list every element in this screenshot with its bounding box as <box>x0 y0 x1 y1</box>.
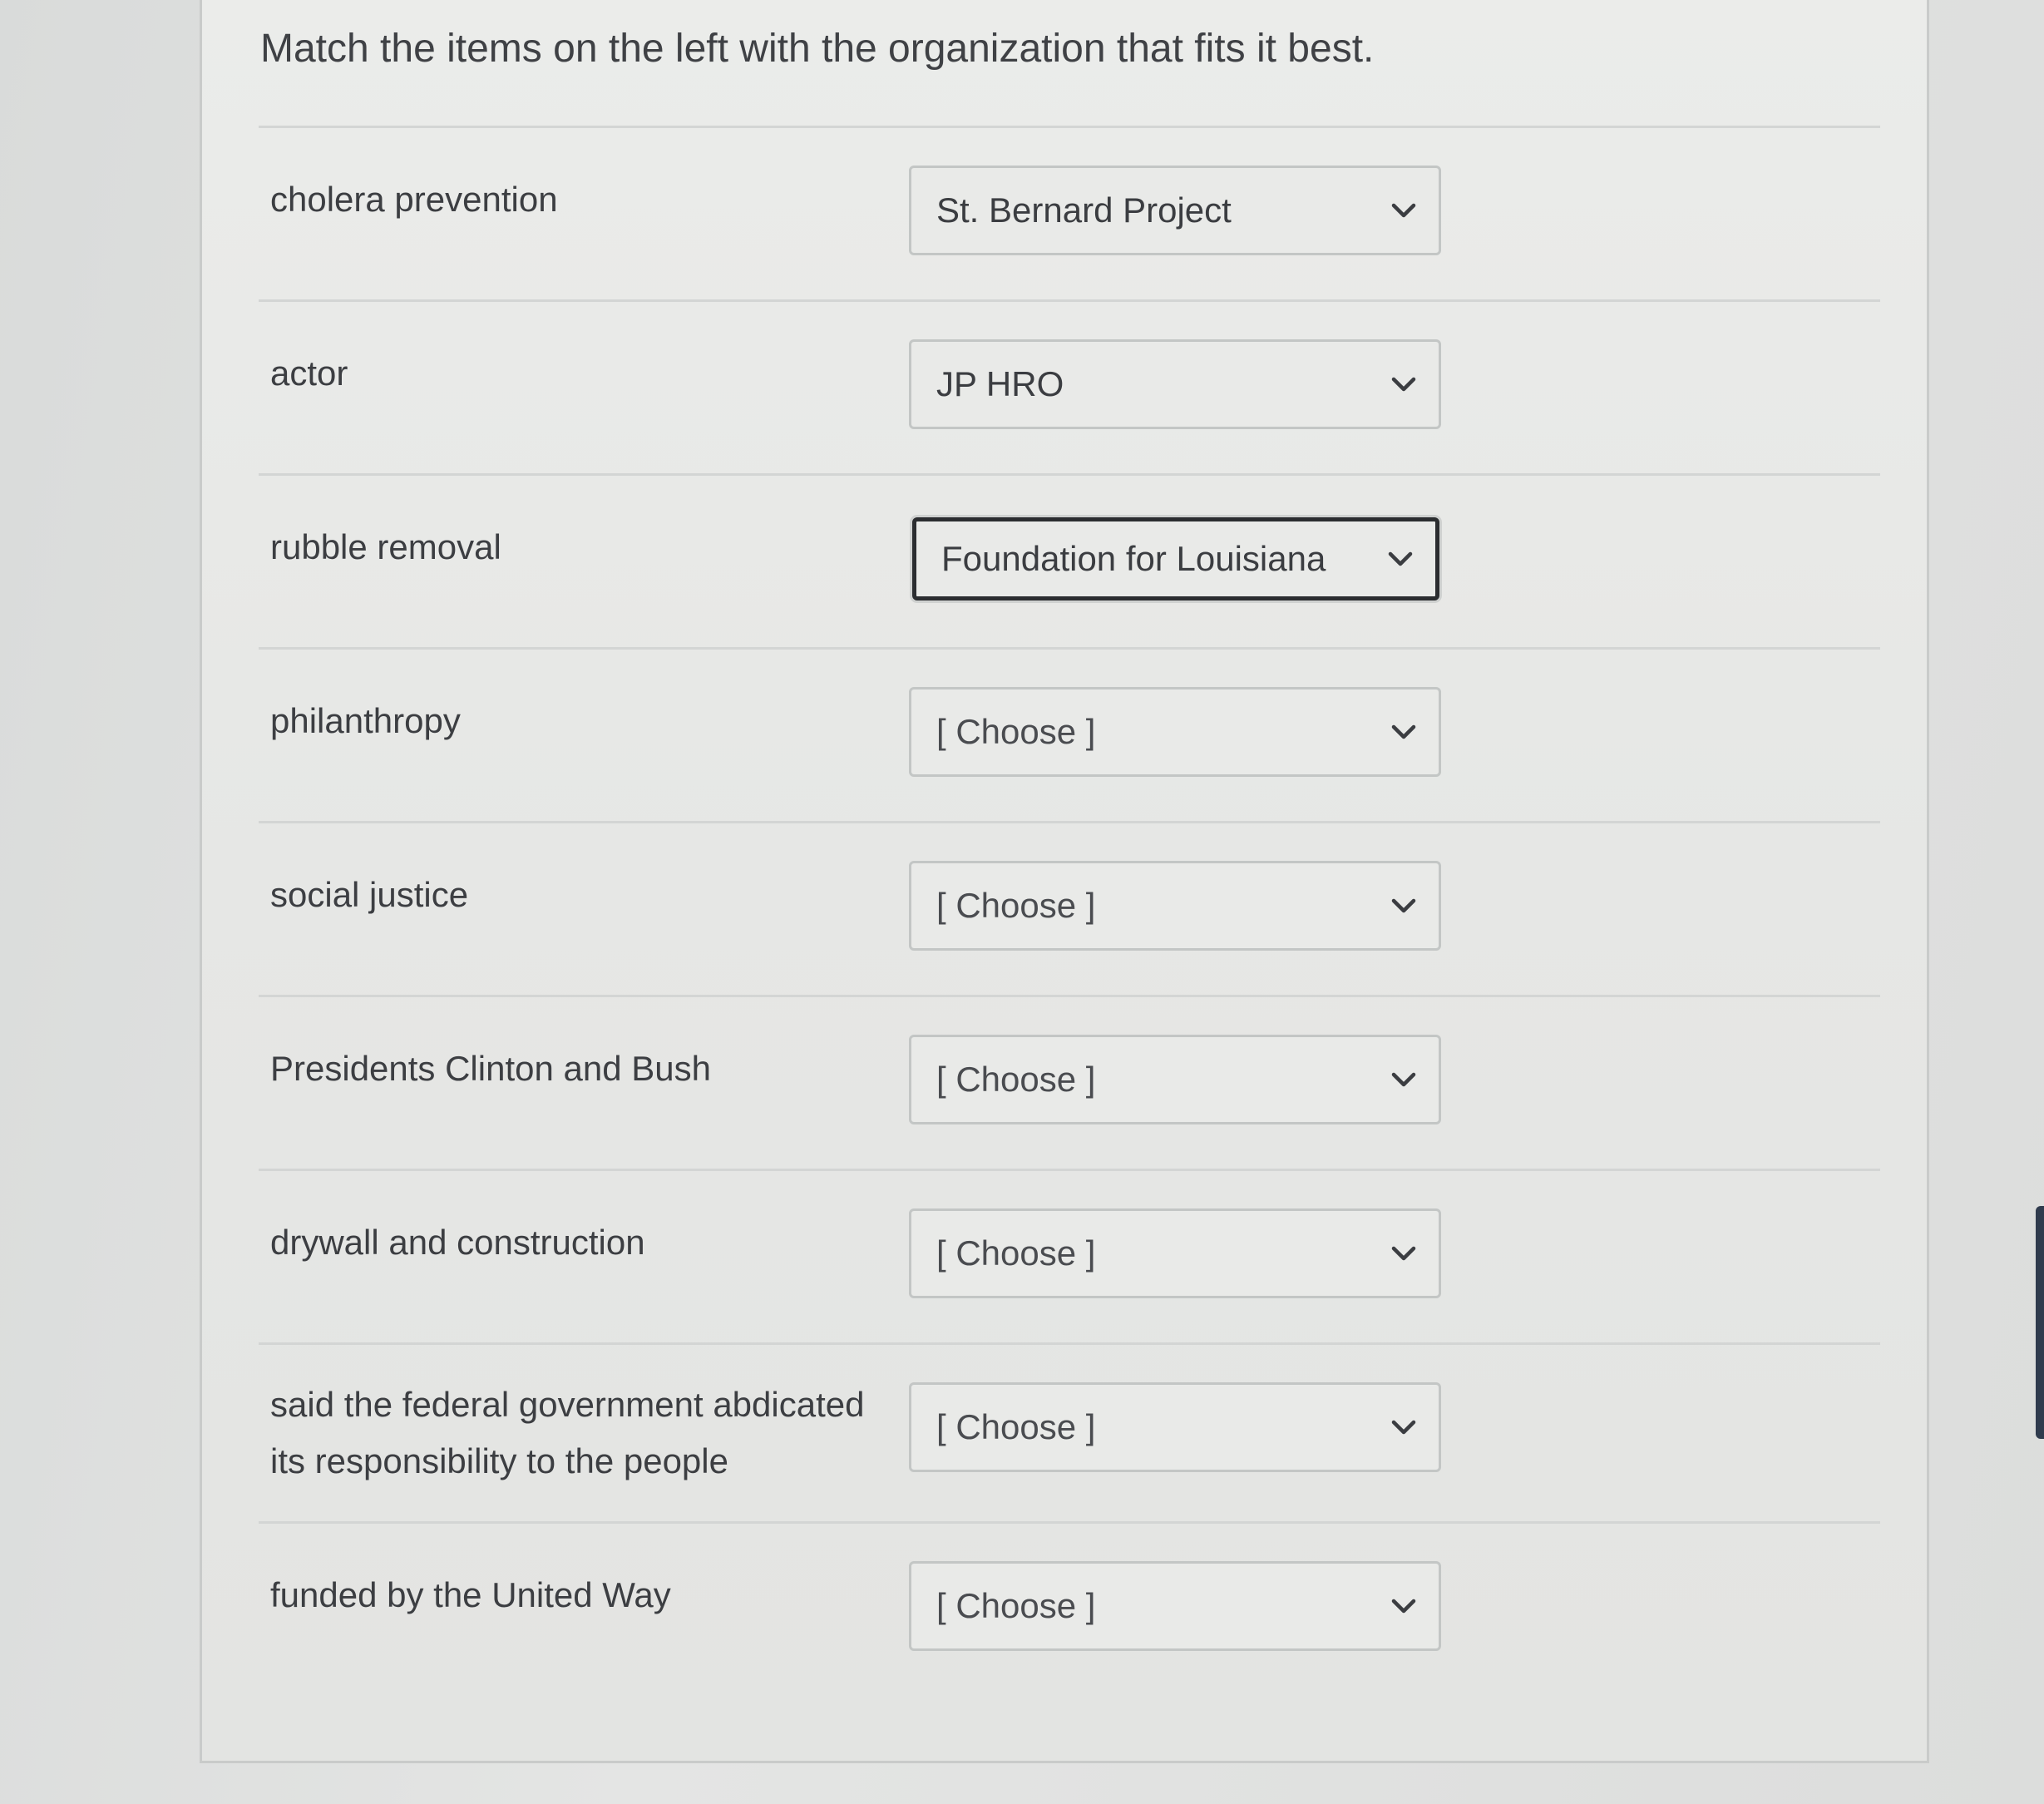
match-item-label: cholera prevention <box>270 180 558 219</box>
match-row: cholera prevention St. Bernard Project <box>259 126 1880 299</box>
organization-select[interactable]: [ Choose ] <box>909 1208 1441 1298</box>
chevron-down-icon <box>1385 549 1415 569</box>
chevron-down-icon <box>1389 722 1419 742</box>
match-item-label: said the federal government abdicated it… <box>270 1385 865 1480</box>
match-row: said the federal government abdicated it… <box>259 1342 1880 1521</box>
chevron-down-icon <box>1389 200 1419 220</box>
scrollbar-thumb[interactable] <box>2036 1206 2044 1439</box>
match-row: funded by the United Way [ Choose ] <box>259 1521 1880 1695</box>
chevron-down-icon <box>1389 1243 1419 1263</box>
match-item-label: philanthropy <box>270 701 461 740</box>
match-item-label: actor <box>270 353 348 393</box>
question-prompt: Match the items on the left with the org… <box>260 27 1375 71</box>
organization-select[interactable]: JP HRO <box>909 339 1441 429</box>
organization-select[interactable]: [ Choose ] <box>909 1035 1441 1124</box>
select-placeholder: [ Choose ] <box>936 886 1096 925</box>
match-item-label: rubble removal <box>270 527 501 566</box>
question-card: Match the items on the left with the org… <box>200 0 1929 1763</box>
match-row: social justice [ Choose ] <box>259 821 1880 995</box>
organization-select[interactable]: [ Choose ] <box>909 1382 1441 1472</box>
match-row: rubble removal Foundation for Louisiana <box>259 473 1880 647</box>
match-row: actor JP HRO <box>259 299 1880 473</box>
match-row: Presidents Clinton and Bush [ Choose ] <box>259 995 1880 1169</box>
match-item-label: Presidents Clinton and Bush <box>270 1049 711 1088</box>
select-placeholder: [ Choose ] <box>936 1060 1096 1099</box>
matching-list: cholera prevention St. Bernard Project a… <box>259 126 1880 1695</box>
match-row: philanthropy [ Choose ] <box>259 647 1880 821</box>
chevron-down-icon <box>1389 896 1419 916</box>
select-value: Foundation for Louisiana <box>941 539 1326 578</box>
select-value: St. Bernard Project <box>936 190 1232 230</box>
organization-select[interactable]: [ Choose ] <box>909 1561 1441 1651</box>
chevron-down-icon <box>1389 1070 1419 1090</box>
select-placeholder: [ Choose ] <box>936 1407 1096 1446</box>
chevron-down-icon <box>1389 1596 1419 1616</box>
organization-select[interactable]: [ Choose ] <box>909 687 1441 777</box>
select-value: JP HRO <box>936 364 1064 403</box>
organization-select[interactable]: Foundation for Louisiana <box>912 517 1439 601</box>
organization-select[interactable]: [ Choose ] <box>909 861 1441 951</box>
organization-select[interactable]: St. Bernard Project <box>909 166 1441 255</box>
chevron-down-icon <box>1389 374 1419 394</box>
select-placeholder: [ Choose ] <box>936 1586 1096 1625</box>
match-item-label: social justice <box>270 875 469 914</box>
match-row: drywall and construction [ Choose ] <box>259 1169 1880 1342</box>
match-item-label: funded by the United Way <box>270 1575 671 1614</box>
chevron-down-icon <box>1389 1417 1419 1437</box>
select-placeholder: [ Choose ] <box>936 712 1096 751</box>
select-placeholder: [ Choose ] <box>936 1233 1096 1273</box>
match-item-label: drywall and construction <box>270 1223 645 1262</box>
